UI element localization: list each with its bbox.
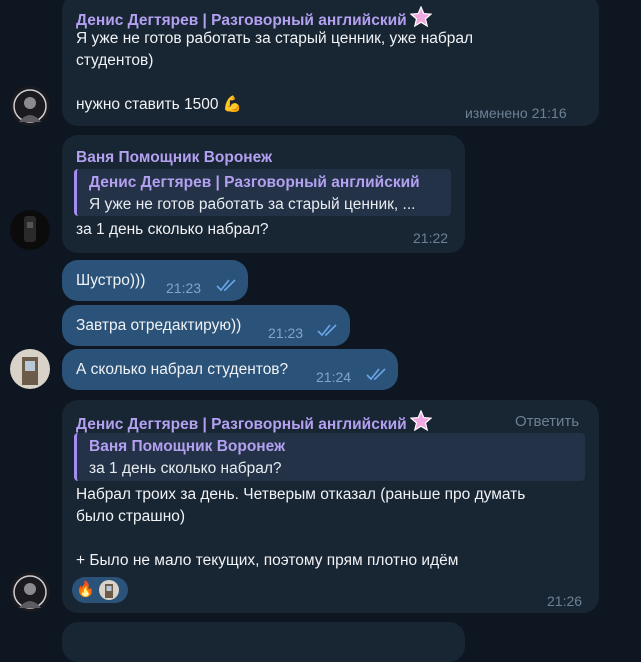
reply-quote[interactable]: Денис Дегтярев | Разговорный английский … xyxy=(74,169,451,216)
message-line: Набрал троих за день. Четверым отказал (… xyxy=(76,486,526,503)
message-time: 21:26 xyxy=(547,593,583,609)
message-bubble[interactable] xyxy=(62,622,465,662)
message-line: Я уже не готов работать за старый ценник… xyxy=(76,30,474,47)
message-bubble[interactable]: Ваня Помощник Воронеж Денис Дегтярев | Р… xyxy=(62,135,465,253)
message-bubble[interactable]: Денис Дегтярев | Разговорный английский … xyxy=(62,400,599,613)
message-time: 21:22 xyxy=(413,230,449,246)
avatar-denis-2[interactable] xyxy=(10,572,50,612)
message-bubble-outgoing[interactable]: Завтра отредактирую)) 21:23 xyxy=(62,305,350,346)
reply-quote[interactable]: Ваня Помощник Воронеж за 1 день сколько … xyxy=(74,433,585,481)
avatar-vanya[interactable] xyxy=(10,210,50,250)
message-text: Шустро))) xyxy=(76,272,146,289)
message-line: нужно ставить 1500 💪 xyxy=(76,96,243,113)
sender-name[interactable]: Ваня Помощник Воронеж xyxy=(76,147,272,169)
read-checkmarks-icon xyxy=(216,279,236,292)
read-checkmarks-icon xyxy=(317,324,337,337)
message-time: изменено 21:16 xyxy=(465,105,567,121)
message-time: 21:24 xyxy=(316,369,352,385)
avatar-denis[interactable] xyxy=(10,86,50,126)
message-bubble[interactable]: Денис Дегтярев | Разговорный английский … xyxy=(62,0,599,126)
quote-text: за 1 день сколько набрал? xyxy=(89,460,282,477)
message-text: за 1 день сколько набрал? xyxy=(76,221,269,238)
quote-sender: Денис Дегтярев | Разговорный английский xyxy=(89,174,420,191)
message-line: + Было не мало текущих, поэтому прям пло… xyxy=(76,552,459,569)
avatar-me[interactable] xyxy=(10,349,50,389)
message-time: 21:23 xyxy=(268,325,304,341)
message-text: Завтра отредактирую)) xyxy=(76,317,242,334)
reactions[interactable]: 🔥 xyxy=(72,577,128,603)
read-checkmarks-icon xyxy=(366,368,386,381)
reactor-avatar xyxy=(98,580,119,600)
message-line: было страшно) xyxy=(76,508,186,525)
flexed-biceps-emoji: 💪 xyxy=(222,96,243,113)
reply-button[interactable]: Ответить xyxy=(515,411,579,433)
message-bubble-outgoing[interactable]: Шустро))) 21:23 xyxy=(62,260,248,301)
message-text: А сколько набрал студентов? xyxy=(76,361,289,378)
quote-sender: Ваня Помощник Воронеж xyxy=(89,438,286,455)
fire-reaction[interactable]: 🔥 xyxy=(76,579,95,601)
quote-text: Я уже не готов работать за старый ценник… xyxy=(89,196,416,213)
message-time: 21:23 xyxy=(166,280,202,296)
message-bubble-outgoing[interactable]: А сколько набрал студентов? 21:24 xyxy=(62,349,398,390)
message-line: студентов) xyxy=(76,52,154,69)
